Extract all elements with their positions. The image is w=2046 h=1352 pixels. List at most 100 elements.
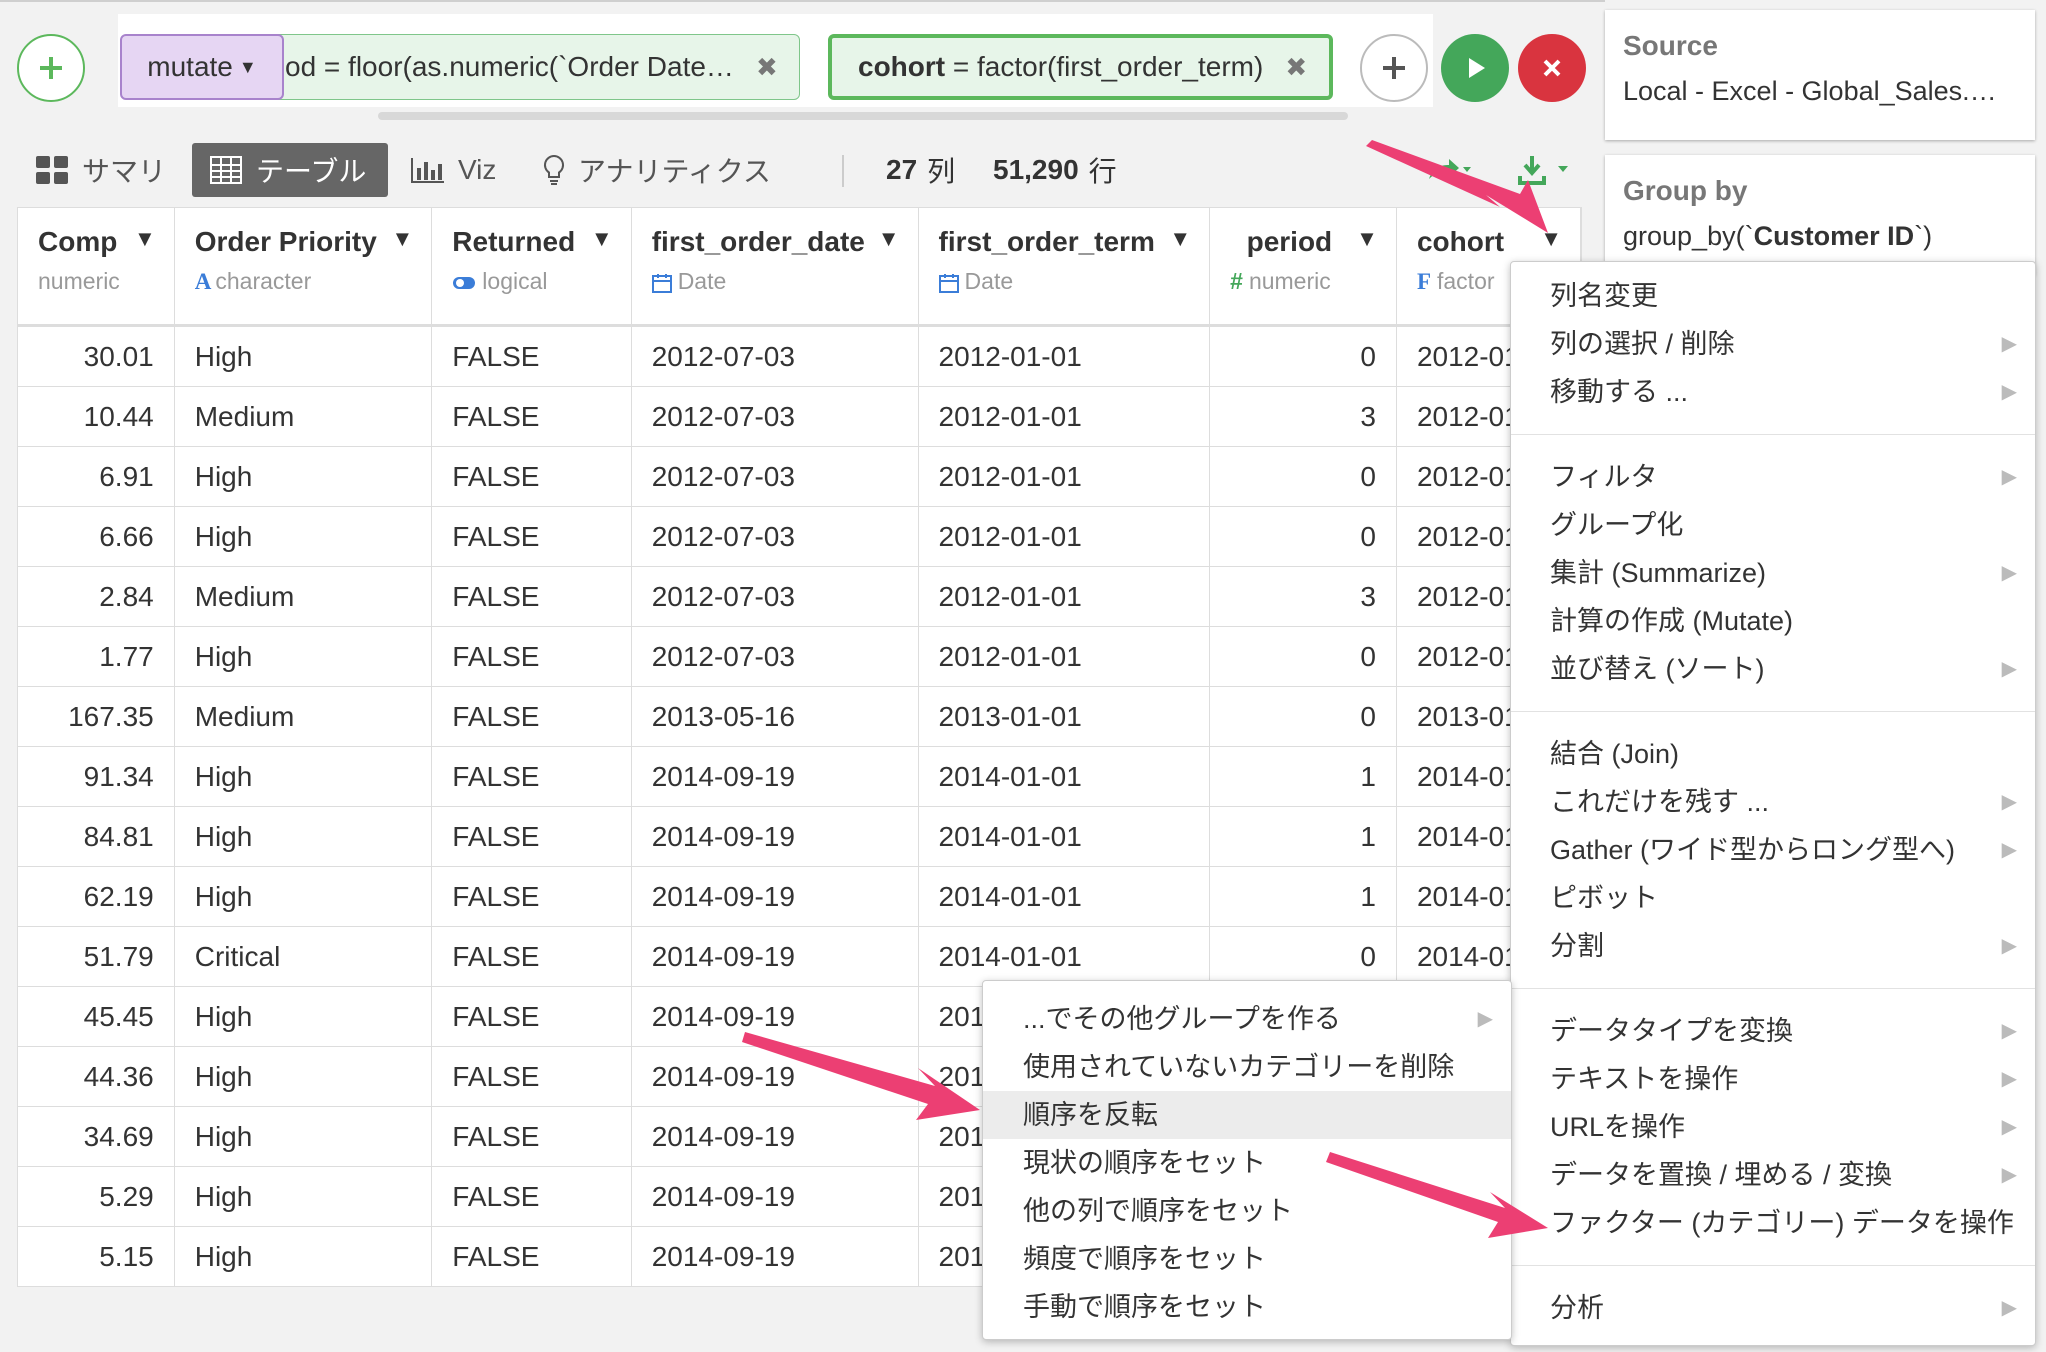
mutate-command-dropdown[interactable]: mutate ▼ xyxy=(120,34,284,100)
remove-step-icon[interactable]: ✖ xyxy=(1285,52,1307,83)
tab-summary[interactable]: サマリ xyxy=(36,145,166,195)
menu-item[interactable]: フィルタ ▶ xyxy=(1511,453,2035,501)
table-cell[interactable]: 2014-09-19 xyxy=(631,806,919,867)
table-cell[interactable]: 0 xyxy=(1209,325,1397,387)
table-cell[interactable]: High xyxy=(174,746,433,807)
table-cell[interactable]: 2012-01-01 xyxy=(918,626,1211,687)
chevron-down-icon[interactable]: ▼ xyxy=(878,226,900,258)
table-cell[interactable]: Critical xyxy=(174,926,433,987)
table-cell[interactable]: 2014-09-19 xyxy=(631,926,919,987)
menu-item[interactable]: 並び替え (ソート) ▶ xyxy=(1511,645,2035,693)
table-cell[interactable]: FALSE xyxy=(431,1226,632,1286)
table-cell[interactable]: 6.66 xyxy=(18,506,175,567)
table-cell[interactable]: 2012-07-03 xyxy=(631,626,919,687)
table-cell[interactable]: 3 xyxy=(1209,386,1397,447)
table-cell[interactable]: 2012-01-01 xyxy=(918,386,1211,447)
column-header-comp[interactable]: Comp ▼ numeric xyxy=(18,208,175,327)
table-cell[interactable]: 1 xyxy=(1209,746,1397,807)
table-cell[interactable]: 2012-07-03 xyxy=(631,386,919,447)
chevron-down-icon[interactable]: ▼ xyxy=(134,226,156,258)
chevron-down-icon[interactable]: ▼ xyxy=(591,226,613,258)
table-cell[interactable]: FALSE xyxy=(431,986,632,1047)
table-cell[interactable]: 2012-01-01 xyxy=(918,566,1211,627)
table-cell[interactable]: 6.91 xyxy=(18,446,175,507)
menu-item[interactable]: 列名変更 xyxy=(1511,272,2035,320)
menu-item[interactable]: ファクター (カテゴリー) データを操作 xyxy=(1511,1199,2035,1247)
table-cell[interactable]: 2013-01-01 xyxy=(918,686,1211,747)
table-cell[interactable]: 34.69 xyxy=(18,1106,175,1167)
table-cell[interactable]: 2012-07-03 xyxy=(631,506,919,567)
pipeline-step-first-order-period[interactable]: od = floor(as.numeric(`Order Date… ✖ xyxy=(200,34,800,100)
table-cell[interactable]: 0 xyxy=(1209,686,1397,747)
menu-item[interactable]: テキストを操作 ▶ xyxy=(1511,1055,2035,1103)
menu-item[interactable]: Gather (ワイド型からロング型へ) ▶ xyxy=(1511,826,2035,874)
groupby-card[interactable]: Group by group_by(`Customer ID`) xyxy=(1605,155,2035,275)
table-cell[interactable]: High xyxy=(174,1106,433,1167)
menu-item[interactable]: 移動する ... ▶ xyxy=(1511,368,2035,416)
table-cell[interactable]: 2012-01-01 xyxy=(918,506,1211,567)
table-cell[interactable]: 1.77 xyxy=(18,626,175,687)
menu-item[interactable]: 計算の作成 (Mutate) xyxy=(1511,597,2035,645)
table-cell[interactable]: 45.45 xyxy=(18,986,175,1047)
submenu-item[interactable]: 頻度で順序をセット xyxy=(983,1235,1511,1283)
submenu-item[interactable]: 順序を反転 xyxy=(983,1091,1511,1139)
table-cell[interactable]: 2014-09-19 xyxy=(631,746,919,807)
table-cell[interactable]: 2014-01-01 xyxy=(918,806,1211,867)
menu-item[interactable]: 結合 (Join) xyxy=(1511,730,2035,778)
table-cell[interactable]: Medium xyxy=(174,686,433,747)
chevron-down-icon[interactable]: ▼ xyxy=(1356,226,1378,258)
menu-item[interactable]: ピボット xyxy=(1511,874,2035,922)
table-cell[interactable]: 2012-01-01 xyxy=(918,446,1211,507)
table-cell[interactable]: 2014-09-19 xyxy=(631,986,919,1047)
chevron-down-icon[interactable]: ▼ xyxy=(392,226,414,258)
table-cell[interactable]: 0 xyxy=(1209,626,1397,687)
table-cell[interactable]: 2012-07-03 xyxy=(631,566,919,627)
table-cell[interactable]: High xyxy=(174,986,433,1047)
table-cell[interactable]: High xyxy=(174,1046,433,1107)
table-cell[interactable]: 5.15 xyxy=(18,1226,175,1286)
menu-item[interactable]: 分析 ▶ xyxy=(1511,1284,2035,1332)
table-cell[interactable]: FALSE xyxy=(431,806,632,867)
submenu-item[interactable]: 現状の順序をセット xyxy=(983,1139,1511,1187)
table-cell[interactable]: 2014-09-19 xyxy=(631,1046,919,1107)
table-cell[interactable]: 2013-05-16 xyxy=(631,686,919,747)
run-button[interactable] xyxy=(1441,34,1509,102)
chevron-down-icon[interactable]: ▼ xyxy=(1169,226,1191,258)
table-cell[interactable]: 62.19 xyxy=(18,866,175,927)
menu-item[interactable]: データタイプを変換 ▶ xyxy=(1511,1007,2035,1055)
cancel-button[interactable] xyxy=(1518,34,1586,102)
table-cell[interactable]: FALSE xyxy=(431,926,632,987)
submenu-item[interactable]: ...でその他グループを作る ▶ xyxy=(983,995,1511,1043)
pipeline-horizontal-scrollbar[interactable] xyxy=(378,112,1348,120)
table-cell[interactable]: 3 xyxy=(1209,566,1397,627)
table-cell[interactable]: High xyxy=(174,325,433,387)
tab-viz[interactable]: Viz xyxy=(410,145,496,195)
table-cell[interactable]: FALSE xyxy=(431,686,632,747)
table-cell[interactable]: High xyxy=(174,446,433,507)
table-cell[interactable]: High xyxy=(174,1226,433,1286)
share-button[interactable] xyxy=(1425,150,1473,190)
menu-item[interactable]: グループ化 xyxy=(1511,501,2035,549)
table-cell[interactable]: 0 xyxy=(1209,926,1397,987)
table-cell[interactable]: 2014-01-01 xyxy=(918,926,1211,987)
table-cell[interactable]: 2012-07-03 xyxy=(631,325,919,387)
table-cell[interactable]: 1 xyxy=(1209,806,1397,867)
chevron-down-icon[interactable]: ▼ xyxy=(1540,226,1562,258)
column-header-first-order-date[interactable]: first_order_date ▼ Date xyxy=(631,208,919,327)
table-cell[interactable]: High xyxy=(174,626,433,687)
table-cell[interactable]: 2014-09-19 xyxy=(631,1226,919,1286)
table-cell[interactable]: 2014-09-19 xyxy=(631,866,919,927)
table-cell[interactable]: 84.81 xyxy=(18,806,175,867)
column-header-period[interactable]: period ▼ # numeric xyxy=(1209,208,1397,327)
table-cell[interactable]: 2014-01-01 xyxy=(918,746,1211,807)
table-cell[interactable]: 44.36 xyxy=(18,1046,175,1107)
table-cell[interactable]: 5.29 xyxy=(18,1166,175,1227)
menu-item[interactable]: 集計 (Summarize) ▶ xyxy=(1511,549,2035,597)
table-cell[interactable]: 1 xyxy=(1209,866,1397,927)
column-header-returned[interactable]: Returned ▼ logical xyxy=(431,208,632,327)
menu-item[interactable]: データを置換 / 埋める / 変換 ▶ xyxy=(1511,1151,2035,1199)
table-cell[interactable]: 51.79 xyxy=(18,926,175,987)
tab-table[interactable]: テーブル xyxy=(192,143,388,197)
table-cell[interactable]: 2014-09-19 xyxy=(631,1166,919,1227)
menu-item[interactable]: URLを操作 ▶ xyxy=(1511,1103,2035,1151)
